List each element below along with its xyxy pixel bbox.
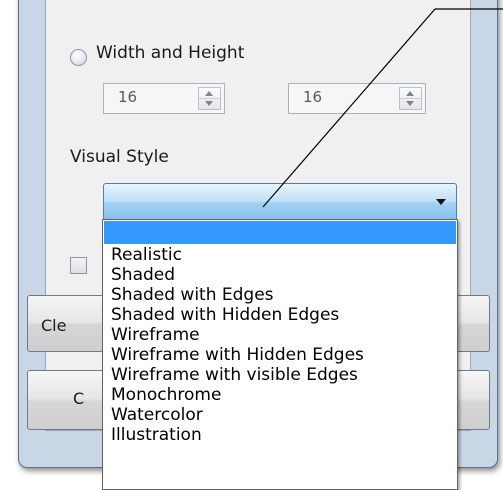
callout-line	[262, 8, 503, 208]
